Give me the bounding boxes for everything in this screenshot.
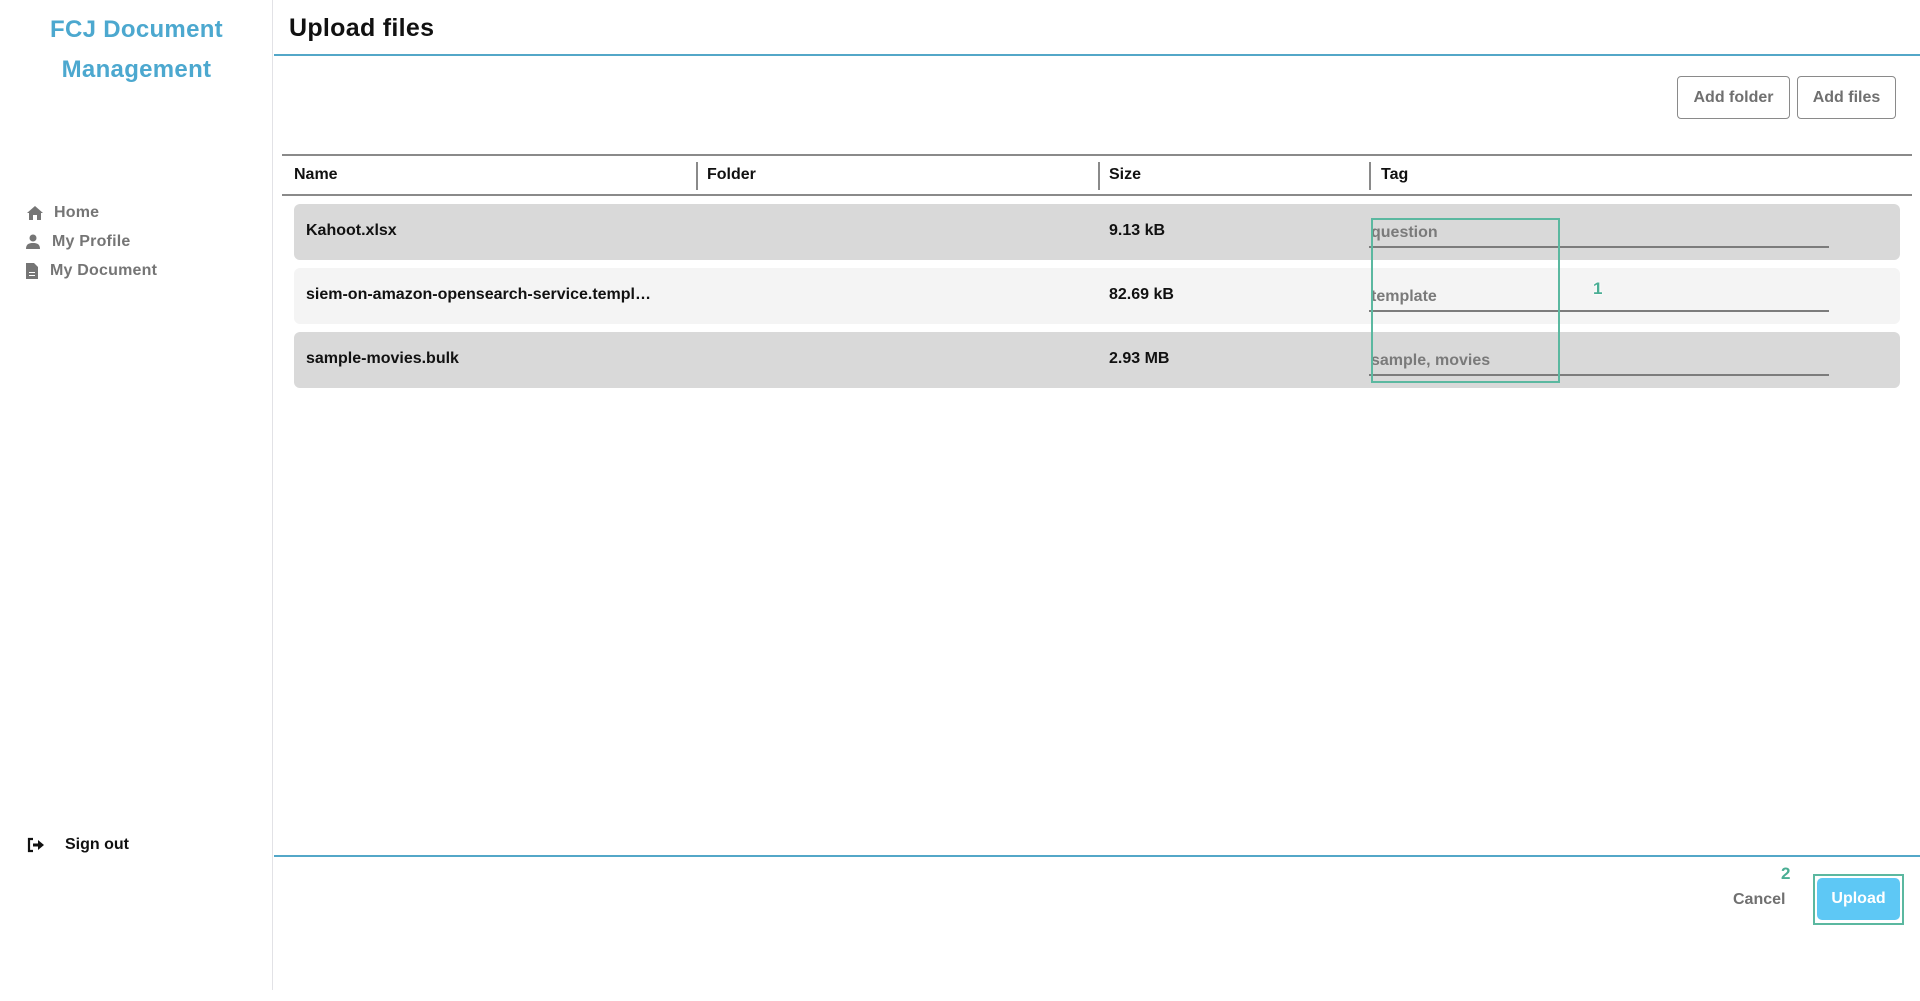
sidebar: FCJ Document Management Home My Profile … (0, 0, 273, 990)
sidebar-nav: Home My Profile My Document (26, 198, 157, 285)
sidebar-item-label: Home (54, 203, 100, 221)
table-row: siem-on-amazon-opensearch-service.templ…… (294, 268, 1900, 324)
column-resizer[interactable] (1369, 162, 1371, 190)
column-header-size[interactable]: Size (1109, 166, 1141, 184)
file-name: Kahoot.xlsx (306, 222, 397, 239)
sidebar-item-my-profile[interactable]: My Profile (26, 227, 157, 256)
upload-button[interactable]: Upload (1817, 878, 1900, 920)
column-header-tag[interactable]: Tag (1381, 166, 1408, 184)
column-resizer[interactable] (696, 162, 698, 190)
file-size: 9.13 kB (1109, 222, 1166, 239)
column-header-name[interactable]: Name (294, 166, 338, 184)
user-icon (26, 234, 40, 249)
sidebar-item-label: My Profile (52, 232, 131, 250)
cancel-button[interactable]: Cancel (1733, 882, 1785, 918)
column-resizer[interactable] (1098, 162, 1100, 190)
sign-out-button[interactable]: Sign out (27, 836, 129, 854)
file-size: 2.93 MB (1109, 350, 1170, 367)
document-icon (26, 262, 38, 279)
column-header-folder[interactable]: Folder (707, 166, 756, 184)
header-divider (274, 54, 1920, 56)
file-size: 82.69 kB (1109, 286, 1174, 303)
brand-title: FCJ Document Management (50, 16, 223, 83)
tag-input[interactable] (1369, 344, 1829, 376)
add-folder-button[interactable]: Add folder (1677, 76, 1790, 119)
file-name: sample-movies.bulk (306, 350, 459, 367)
annotation-label: 1 (1593, 279, 1603, 298)
upload-table: Name Folder Size Tag Kahoot.xlsx 9.13 kB… (282, 154, 1912, 388)
sidebar-item-label: My Document (50, 261, 158, 279)
home-icon (27, 205, 43, 220)
file-name: siem-on-amazon-opensearch-service.templ… (306, 286, 651, 303)
table-row: Kahoot.xlsx 9.13 kB (294, 204, 1900, 260)
sign-out-label: Sign out (65, 836, 129, 853)
footer-divider (274, 855, 1920, 857)
page-title: Upload files (289, 14, 435, 42)
table-row: sample-movies.bulk 2.93 MB (294, 332, 1900, 388)
table-header: Name Folder Size Tag (282, 154, 1912, 196)
sidebar-item-my-document[interactable]: My Document (26, 256, 157, 285)
main-content: Upload files Add folder Add files Name F… (274, 0, 1920, 1001)
annotation-label: 2 (1781, 864, 1791, 883)
add-files-button[interactable]: Add files (1797, 76, 1896, 119)
sign-out-icon (27, 837, 44, 853)
tag-input[interactable] (1369, 216, 1829, 248)
sidebar-item-home[interactable]: Home (26, 198, 157, 227)
